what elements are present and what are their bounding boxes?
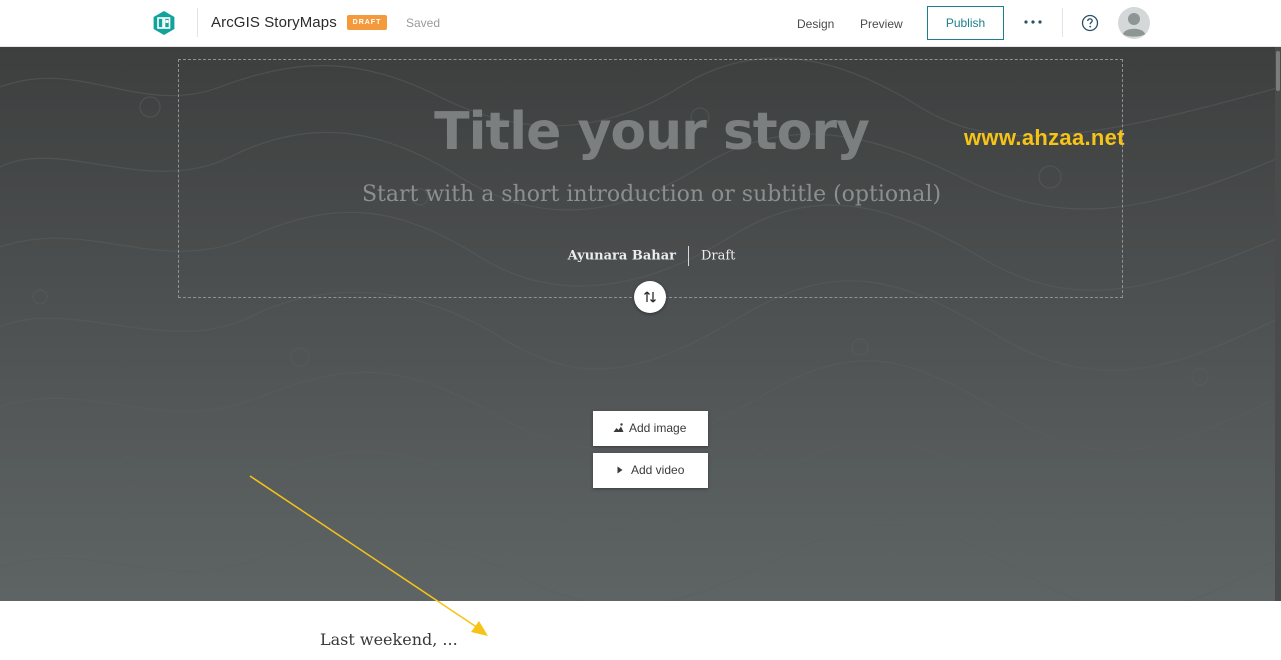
question-circle-icon[interactable] [1081, 14, 1099, 32]
add-image-label: Add image [629, 421, 687, 435]
divider [197, 8, 198, 37]
scrollbar[interactable] [1275, 47, 1281, 601]
byline-divider [687, 246, 689, 266]
design-button[interactable]: Design [797, 17, 834, 31]
story-subtitle-input[interactable]: Start with a short introduction or subti… [179, 182, 1124, 207]
play-icon [617, 466, 623, 474]
divider [1062, 8, 1063, 37]
watermark-text: www.ahzaa.net [964, 125, 1125, 150]
story-paragraph[interactable]: Last weekend, ... [320, 630, 458, 649]
ellipsis-icon[interactable] [1021, 10, 1045, 34]
story-cover: Title your story Start with a short intr… [0, 47, 1281, 601]
swap-layout-button[interactable] [634, 281, 666, 313]
save-status: Saved [406, 16, 441, 30]
preview-button[interactable]: Preview [860, 17, 903, 31]
storymaps-logo-icon[interactable] [152, 11, 176, 35]
add-image-button[interactable]: Add image [593, 411, 708, 446]
image-icon [613, 423, 624, 432]
publish-button[interactable]: Publish [927, 6, 1004, 40]
top-bar: ArcGIS StoryMaps DRAFT Saved Design Prev… [0, 0, 1281, 47]
author-name[interactable]: Ayunara Bahar [568, 249, 676, 264]
user-avatar-icon[interactable] [1118, 7, 1150, 39]
scrollbar-thumb[interactable] [1276, 51, 1280, 91]
title-area: Title your story Start with a short intr… [178, 59, 1123, 298]
add-video-label: Add video [631, 463, 685, 477]
byline: Ayunara Bahar Draft [179, 246, 1124, 266]
swap-vertical-icon [644, 291, 656, 303]
app-name: ArcGIS StoryMaps [211, 14, 337, 31]
status-badge: DRAFT [347, 15, 387, 30]
add-video-button[interactable]: Add video [593, 453, 708, 488]
byline-status: Draft [700, 248, 736, 264]
